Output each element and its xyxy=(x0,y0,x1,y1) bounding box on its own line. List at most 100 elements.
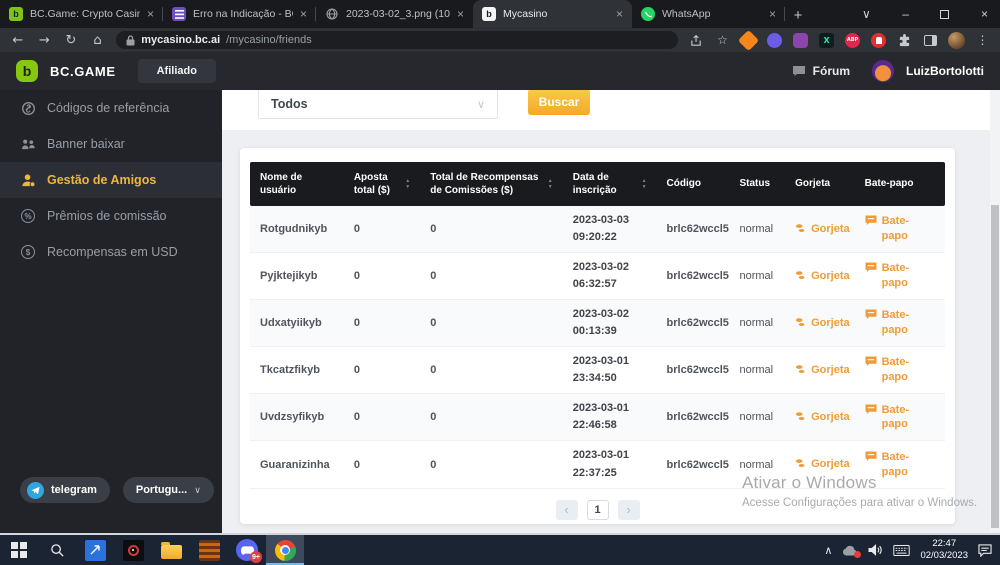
tab-bcgame-casino[interactable]: b BC.Game: Crypto Casino Gan × xyxy=(0,0,163,28)
affiliate-button[interactable]: Afiliado xyxy=(138,59,216,83)
chat-link[interactable]: Bate-papo xyxy=(865,403,935,433)
tip-link[interactable]: Gorjeta xyxy=(795,457,845,472)
side-panel-icon[interactable] xyxy=(919,30,942,50)
tab-png-image[interactable]: 2023-03-02_3.png (1024×76 × xyxy=(316,0,473,28)
sidebar-item-usd-rewards[interactable]: $ Recompensas em USD xyxy=(0,234,222,270)
forward-icon[interactable]: → xyxy=(33,33,57,48)
system-tray: ∧ 22:47 02/03/2023 xyxy=(824,535,1000,565)
chat-bubble-icon xyxy=(865,404,877,415)
user-avatar[interactable] xyxy=(872,60,894,82)
current-page[interactable]: 1 xyxy=(587,500,609,520)
browser-tabstrip: b BC.Game: Crypto Casino Gan × Erro na I… xyxy=(0,0,1000,28)
taskbar-game-app[interactable] xyxy=(114,535,152,565)
taskbar-orange-app[interactable] xyxy=(190,535,228,565)
url-bar[interactable]: mycasino.bc.ai/mycasino/friends xyxy=(116,31,678,49)
taskbar-clock[interactable]: 22:47 02/03/2023 xyxy=(920,538,968,563)
chat-link[interactable]: Bate-papo xyxy=(865,355,935,385)
user-name[interactable]: LuizBortolotti xyxy=(906,64,984,78)
volume-icon[interactable] xyxy=(868,544,883,556)
red-hand-extension-icon[interactable] xyxy=(867,30,890,50)
sidebar-item-referral-codes[interactable]: Códigos de referência xyxy=(0,90,222,126)
tab-divider xyxy=(784,7,785,21)
tray-chevron-up-icon[interactable]: ∧ xyxy=(824,544,832,557)
action-center-icon[interactable] xyxy=(978,544,992,557)
chat-link[interactable]: Bate-papo xyxy=(865,450,935,480)
home-icon[interactable]: ⌂ xyxy=(86,33,110,48)
chat-link[interactable]: Bate-papo xyxy=(865,261,935,291)
tip-link[interactable]: Gorjeta xyxy=(795,410,845,425)
window-close-button[interactable]: × xyxy=(981,7,988,21)
tab-close-icon[interactable]: × xyxy=(457,7,464,21)
taskbar-search-button[interactable] xyxy=(38,535,76,565)
extensions-puzzle-icon[interactable] xyxy=(893,30,916,50)
tip-link[interactable]: Gorjeta xyxy=(795,222,845,237)
touch-keyboard-icon[interactable] xyxy=(893,545,910,556)
back-icon[interactable]: ← xyxy=(6,33,30,48)
tab-whatsapp[interactable]: WhatsApp × xyxy=(632,0,785,28)
scrollbar-thumb[interactable] xyxy=(991,205,999,528)
taskbar-amd-app[interactable] xyxy=(76,535,114,565)
next-page-button[interactable]: › xyxy=(618,500,640,520)
chat-link[interactable]: Bate-papo xyxy=(865,214,935,244)
taskbar-file-explorer[interactable] xyxy=(152,535,190,565)
tab-mycasino-active[interactable]: b Mycasino × xyxy=(473,0,632,28)
sidebar-item-commission-prizes[interactable]: % Prêmios de comissão xyxy=(0,198,222,234)
tip-link[interactable]: Gorjeta xyxy=(795,363,845,378)
taskbar-discord-app[interactable]: 9+ xyxy=(228,535,266,565)
bcgame-logo[interactable]: b xyxy=(16,60,38,82)
windows-taskbar: 9+ ∧ 22:47 02/03/2023 xyxy=(0,535,1000,565)
purple2-extension-icon[interactable] xyxy=(789,30,812,50)
notification-badge: 9+ xyxy=(250,551,262,563)
tab-close-icon[interactable]: × xyxy=(769,7,776,21)
tray-app-icon[interactable] xyxy=(842,545,858,556)
telegram-button[interactable]: telegram xyxy=(20,477,110,503)
coins-icon xyxy=(795,411,806,422)
window-maximize-button[interactable] xyxy=(940,10,949,19)
adblock-extension-icon[interactable]: ABP xyxy=(841,30,864,50)
share-icon[interactable] xyxy=(685,30,708,50)
tip-link[interactable]: Gorjeta xyxy=(795,316,845,331)
browser-profile-avatar[interactable] xyxy=(945,30,968,50)
main-content: Todos ∨ Buscar Nome de usuário Aposta to… xyxy=(222,90,990,533)
filter-select[interactable]: Todos ∨ xyxy=(258,90,498,119)
hand-glyph xyxy=(876,37,882,44)
cell-username: Uvdzsyfikyb xyxy=(250,405,344,429)
tab-close-icon[interactable]: × xyxy=(147,7,154,21)
green-x-extension-icon[interactable]: X xyxy=(815,30,838,50)
forum-link[interactable]: Fórum xyxy=(792,64,850,78)
tab-title: Erro na Indicação - BC.Game xyxy=(193,8,293,20)
start-button[interactable] xyxy=(0,535,38,565)
tab-erro-indicacao[interactable]: Erro na Indicação - BC.Game × xyxy=(163,0,316,28)
bookmark-star-icon[interactable]: ☆ xyxy=(711,30,734,50)
window-controls: ∨ – × xyxy=(850,0,1000,28)
language-selector[interactable]: Portugu... ∨ xyxy=(123,477,214,503)
sidebar-item-banner-download[interactable]: Banner baixar xyxy=(0,126,222,162)
cell-signup-date: 2023-03-0122:46:58 xyxy=(563,394,657,440)
chevron-down-icon[interactable]: ∨ xyxy=(862,7,871,21)
taskbar-chrome-active[interactable] xyxy=(266,535,304,565)
tip-link[interactable]: Gorjeta xyxy=(795,269,845,284)
sort-control[interactable]: ▲▼ xyxy=(548,179,553,190)
tab-close-icon[interactable]: × xyxy=(300,7,307,21)
list-favicon xyxy=(172,7,186,21)
sort-control[interactable]: ▲▼ xyxy=(405,179,410,190)
cell-username: Rotgudnikyb xyxy=(250,217,344,241)
metamask-extension-icon[interactable] xyxy=(737,30,760,50)
percent-icon: % xyxy=(20,208,36,224)
purple-extension-icon[interactable] xyxy=(763,30,786,50)
cell-commission-rewards: 0 xyxy=(420,264,562,288)
reload-icon[interactable]: ↻ xyxy=(59,33,83,48)
new-tab-button[interactable]: + xyxy=(785,2,811,28)
prev-page-button[interactable]: ‹ xyxy=(556,500,578,520)
page-scrollbar[interactable] xyxy=(990,90,1000,533)
window-minimize-button[interactable]: – xyxy=(902,7,909,21)
cell-chat: Bate-papo xyxy=(855,444,945,486)
cell-tip: Gorjeta xyxy=(785,310,855,337)
kebab-menu-icon[interactable]: ⋮ xyxy=(971,30,994,50)
sort-control[interactable]: ▲▼ xyxy=(642,179,647,190)
tab-close-icon[interactable]: × xyxy=(616,7,623,21)
search-button[interactable]: Buscar xyxy=(528,90,590,115)
chat-link[interactable]: Bate-papo xyxy=(865,308,935,338)
person-icon xyxy=(20,172,36,188)
sidebar-item-friends-management[interactable]: Gestão de Amigos xyxy=(0,162,222,198)
